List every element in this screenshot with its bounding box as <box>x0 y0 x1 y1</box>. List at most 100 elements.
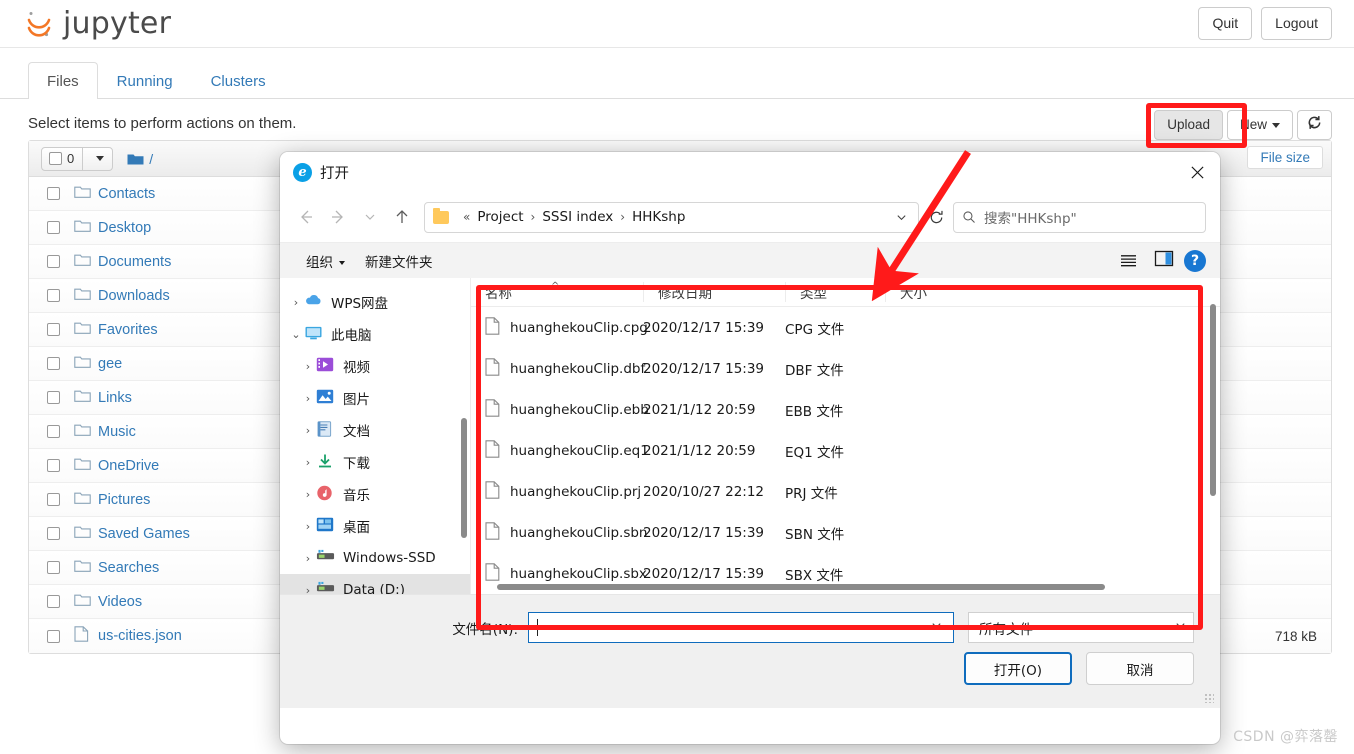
breadcrumb[interactable]: / <box>127 151 153 167</box>
row-checkbox[interactable] <box>47 391 60 404</box>
row-checkbox[interactable] <box>47 425 60 438</box>
tree-item-WPS网盘[interactable]: › WPS网盘 <box>280 286 470 318</box>
column-header-type[interactable]: 类型 <box>785 282 885 302</box>
row-name[interactable]: Pictures <box>98 492 150 508</box>
chevron-right-icon[interactable]: › <box>300 424 316 437</box>
arrow-right-icon[interactable] <box>322 201 354 233</box>
list-view-button[interactable] <box>1119 253 1144 268</box>
address-chevron-down-icon[interactable] <box>888 204 914 231</box>
row-name[interactable]: OneDrive <box>98 458 159 474</box>
row-checkbox[interactable] <box>47 357 60 370</box>
preview-pane-button[interactable] <box>1154 250 1174 271</box>
refresh-icon[interactable] <box>919 202 953 233</box>
column-header-size[interactable]: 大小 <box>885 282 955 302</box>
chevron-right-icon[interactable]: › <box>300 584 316 595</box>
row-name[interactable]: Saved Games <box>98 526 190 542</box>
row-checkbox[interactable] <box>47 595 60 608</box>
recent-locations-chevron-down-icon[interactable] <box>354 201 386 233</box>
file-type-filter-select[interactable]: 所有文件 <box>968 612 1194 643</box>
tree-item-文档[interactable]: › 文档 <box>280 414 470 446</box>
tab-running[interactable]: Running <box>98 62 192 100</box>
jupyter-logo[interactable]: jupyter <box>24 6 171 41</box>
refresh-button[interactable] <box>1297 110 1332 141</box>
new-dropdown-button[interactable]: New <box>1226 110 1293 141</box>
tree-item-此电脑[interactable]: ⌄ 此电脑 <box>280 318 470 350</box>
column-header-file-size[interactable]: File size <box>1247 146 1323 169</box>
address-bar[interactable]: « Project › SSSI index › HHKshp <box>424 201 919 233</box>
new-folder-button[interactable]: 新建文件夹 <box>355 247 443 275</box>
breadcrumb-root[interactable]: / <box>149 151 153 167</box>
chevron-right-icon[interactable]: › <box>300 360 316 373</box>
row-name[interactable]: Favorites <box>98 322 158 338</box>
arrow-left-icon[interactable] <box>290 201 322 233</box>
row-name[interactable]: Searches <box>98 560 159 576</box>
file-list-row[interactable]: huanghekouClip.sbn 2020/12/17 15:39 SBN 文件 <box>471 512 1220 553</box>
file-list-row[interactable]: huanghekouClip.eq1 2021/1/12 20:59 EQ1 文件 <box>471 430 1220 471</box>
tree-item-Data (D:)[interactable]: › Data (D:) <box>280 574 470 594</box>
selection-dropdown-button[interactable] <box>82 147 112 170</box>
row-name[interactable]: Contacts <box>98 186 155 202</box>
filename-input[interactable] <box>528 612 954 643</box>
chevron-right-icon[interactable]: › <box>300 520 316 533</box>
cancel-button[interactable]: 取消 <box>1086 652 1194 685</box>
tree-item-桌面[interactable]: › 桌面 <box>280 510 470 542</box>
row-name[interactable]: gee <box>98 356 122 372</box>
column-header-name[interactable]: ^ 名称 <box>471 281 643 302</box>
file-list-row[interactable]: huanghekouClip.prj 2020/10/27 22:12 PRJ 文件 <box>471 471 1220 512</box>
help-icon[interactable]: ? <box>1184 249 1206 272</box>
chevron-right-icon[interactable]: › <box>300 392 316 405</box>
row-checkbox[interactable] <box>47 323 60 336</box>
file-list-row[interactable]: huanghekouClip.cpg 2020/12/17 15:39 CPG 文件 <box>471 307 1220 348</box>
row-name[interactable]: Documents <box>98 254 171 270</box>
tree-item-音乐[interactable]: › 音乐 <box>280 478 470 510</box>
upload-button[interactable]: Upload <box>1154 110 1223 141</box>
chevron-right-icon[interactable]: › <box>288 296 304 309</box>
select-all-checkbox[interactable] <box>49 152 62 165</box>
chevron-right-icon[interactable]: › <box>300 552 316 565</box>
row-checkbox[interactable] <box>47 561 60 574</box>
logout-button[interactable]: Logout <box>1261 7 1332 40</box>
chevron-down-icon[interactable]: ⌄ <box>288 328 304 341</box>
breadcrumb-project[interactable]: Project <box>477 209 523 225</box>
breadcrumb-hhkshp[interactable]: HHKshp <box>632 209 685 225</box>
row-name[interactable]: Music <box>98 424 136 440</box>
chevron-right-icon[interactable]: › <box>300 456 316 469</box>
resize-grip[interactable] <box>1204 693 1214 703</box>
tab-clusters[interactable]: Clusters <box>192 62 285 100</box>
row-checkbox[interactable] <box>47 255 60 268</box>
file-list-vertical-scrollbar-thumb[interactable] <box>1210 304 1216 496</box>
column-header-date[interactable]: 修改日期 <box>643 282 785 302</box>
quit-button[interactable]: Quit <box>1198 7 1253 40</box>
close-icon[interactable] <box>1174 152 1220 192</box>
row-name[interactable]: us-cities.json <box>98 628 182 644</box>
organize-menu-button[interactable]: 组织 <box>296 247 355 275</box>
row-checkbox[interactable] <box>47 493 60 506</box>
row-checkbox[interactable] <box>47 527 60 540</box>
open-button[interactable]: 打开(O) <box>964 652 1072 685</box>
row-checkbox[interactable] <box>47 629 60 643</box>
search-input[interactable]: 搜索"HHKshp" <box>953 201 1206 233</box>
breadcrumb-sssi-index[interactable]: SSSI index <box>542 209 613 225</box>
file-list-row[interactable]: huanghekouClip.dbf 2020/12/17 15:39 DBF 文件 <box>471 348 1220 389</box>
tree-item-图片[interactable]: › 图片 <box>280 382 470 414</box>
file-list-horizontal-scrollbar-thumb[interactable] <box>497 584 1105 590</box>
select-all-group[interactable]: 0 <box>41 146 114 171</box>
row-name[interactable]: Desktop <box>98 220 151 236</box>
row-checkbox[interactable] <box>47 459 60 472</box>
row-checkbox[interactable] <box>47 187 60 200</box>
tree-item-下载[interactable]: › 下载 <box>280 446 470 478</box>
file-list-row[interactable]: huanghekouClip.ebb 2021/1/12 20:59 EBB 文件 <box>471 389 1220 430</box>
arrow-up-icon[interactable] <box>386 201 418 233</box>
chevron-right-icon[interactable]: › <box>300 488 316 501</box>
row-name[interactable]: Links <box>98 390 132 406</box>
tree-item-视频[interactable]: › 视频 <box>280 350 470 382</box>
filename-chevron-down-icon[interactable] <box>926 619 947 636</box>
tab-files[interactable]: Files <box>28 61 98 99</box>
tree-scrollbar-thumb[interactable] <box>461 418 467 538</box>
row-name[interactable]: Videos <box>98 594 142 610</box>
tree-item-Windows-SSD[interactable]: › Windows-SSD <box>280 542 470 574</box>
tree-item-label: Windows-SSD <box>343 550 436 566</box>
row-checkbox[interactable] <box>47 289 60 302</box>
row-checkbox[interactable] <box>47 221 60 234</box>
row-name[interactable]: Downloads <box>98 288 170 304</box>
